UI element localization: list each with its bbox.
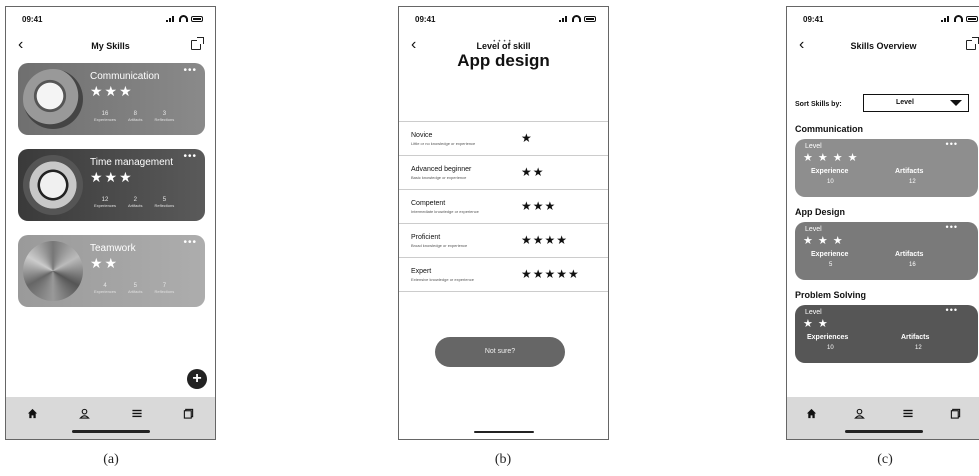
more-options-icon[interactable]: ••• xyxy=(946,305,958,315)
status-bar: 09:41 xyxy=(6,15,215,27)
wifi-icon xyxy=(572,15,581,22)
sort-dropdown[interactable]: Level xyxy=(863,94,969,112)
home-icon xyxy=(27,408,38,419)
home-indicator xyxy=(844,430,923,433)
tab-home[interactable] xyxy=(22,405,42,421)
more-options-icon[interactable]: ••• xyxy=(183,151,197,162)
skill-card-time-management[interactable]: Time management ••• ★★★ 12 Experiences 2A… xyxy=(18,149,205,221)
more-options-icon[interactable]: ••• xyxy=(946,222,958,232)
caption-a: (a) xyxy=(103,452,119,467)
level-list: Novice Little or no knowledge or experie… xyxy=(399,121,608,292)
status-bar: 09:41 xyxy=(399,15,608,27)
level-option-proficient[interactable]: Proficient Broad knowledge or experience… xyxy=(399,224,608,258)
more-options-icon[interactable]: ••• xyxy=(946,139,958,149)
tab-profile[interactable] xyxy=(74,405,94,421)
sort-value: Level xyxy=(896,99,914,106)
add-skill-button[interactable]: + xyxy=(187,369,207,389)
home-icon xyxy=(806,408,817,419)
clock-icon xyxy=(23,155,83,215)
tab-home[interactable] xyxy=(801,405,821,421)
nav-bar: ‹ My Skills xyxy=(6,37,215,57)
cards-icon xyxy=(183,408,194,419)
home-indicator xyxy=(71,430,150,433)
section-title: Communication xyxy=(795,124,864,134)
skill-stars: ★★ xyxy=(803,318,833,330)
skill-name: Teamwork xyxy=(90,243,136,254)
skill-name: Communication xyxy=(90,71,160,82)
battery-icon xyxy=(584,15,596,22)
section-title: App Design xyxy=(795,207,846,217)
skill-stars: ★★ xyxy=(90,255,120,271)
tab-cards[interactable] xyxy=(179,405,199,421)
not-sure-button[interactable]: Not sure? xyxy=(435,337,565,367)
level-stars: ★★★★★ xyxy=(521,267,580,281)
chevron-down-icon xyxy=(950,100,962,106)
nav-bar: ‹ Skills Overview xyxy=(787,37,979,57)
user-icon xyxy=(79,408,90,419)
skill-card-app-design[interactable]: Level ••• ★★★ Experience 5 Artifacts 16 xyxy=(795,222,978,280)
tab-bar xyxy=(6,397,215,439)
level-stars: ★★★ xyxy=(521,199,557,213)
screen-my-skills: 09:41 ‹ My Skills Communication ••• ★★★ … xyxy=(5,6,216,440)
skill-stars: ★★★ xyxy=(803,235,848,247)
skill-stats: 4 Experiences 5 Artifacts 7 Reflections xyxy=(94,283,175,294)
list-icon xyxy=(131,408,143,419)
share-icon[interactable] xyxy=(966,37,979,50)
skill-stars: ★★★★ xyxy=(803,152,863,164)
battery-icon xyxy=(966,15,978,22)
signal-icon xyxy=(166,15,176,22)
caption-c: (c) xyxy=(877,452,893,467)
tab-cards[interactable] xyxy=(946,405,966,421)
skill-stars: ★★★ xyxy=(90,169,134,185)
share-icon[interactable] xyxy=(191,37,204,50)
skill-card-communication[interactable]: Level ••• ★★★★ Experience 10 Artifacts 1… xyxy=(795,139,978,197)
more-options-icon[interactable]: ••• xyxy=(183,237,197,248)
back-icon[interactable]: ‹ xyxy=(799,37,804,53)
user-icon xyxy=(854,408,865,419)
tab-list[interactable] xyxy=(898,405,918,421)
page-title: Skills Overview xyxy=(850,41,917,51)
page-indicator: •••• xyxy=(493,39,514,45)
skill-stats: 16 Experiences 8 Artifacts 3 Reflections xyxy=(94,111,175,122)
skill-card-teamwork[interactable]: Teamwork ••• ★★ 4 Experiences 5 Artifacts … xyxy=(18,235,205,307)
home-indicator xyxy=(473,431,534,433)
back-icon[interactable]: ‹ xyxy=(18,37,23,53)
level-option-competent[interactable]: Competent Intermediate knowledge or expe… xyxy=(399,190,608,224)
status-bar: 09:41 xyxy=(787,15,979,27)
level-option-advanced-beginner[interactable]: Advanced beginner Basic knowledge or exp… xyxy=(399,156,608,190)
status-time: 09:41 xyxy=(22,15,43,24)
page-title: My Skills xyxy=(91,41,130,51)
list-icon xyxy=(902,408,914,419)
skill-thumbnail xyxy=(23,69,83,129)
tab-bar xyxy=(787,397,979,439)
cards-icon xyxy=(950,408,961,419)
level-option-expert[interactable]: Expert Extensive knowledge or experience… xyxy=(399,258,608,292)
skill-stars: ★★★ xyxy=(90,83,134,99)
wifi-icon xyxy=(179,15,188,22)
skill-name: Time management xyxy=(90,157,173,168)
level-stars: ★ xyxy=(521,131,533,145)
battery-icon xyxy=(191,15,203,22)
status-time: 09:41 xyxy=(415,15,436,24)
tab-profile[interactable] xyxy=(849,405,869,421)
signal-icon xyxy=(941,15,951,22)
level-stars: ★★★★ xyxy=(521,233,569,247)
tab-list[interactable] xyxy=(127,405,147,421)
signal-icon xyxy=(559,15,569,22)
screen-skills-overview: 09:41 ‹ Skills Overview Sort Skills by: … xyxy=(786,6,979,440)
skill-card-problem-solving[interactable]: Level ••• ★★ Experiences 10 Artifacts 12 xyxy=(795,305,978,363)
caption-b: (b) xyxy=(494,452,512,467)
level-option-novice[interactable]: Novice Little or no knowledge or experie… xyxy=(399,122,608,156)
sort-label: Sort Skills by: xyxy=(795,101,842,108)
more-options-icon[interactable]: ••• xyxy=(183,65,197,76)
skill-stats: 12 Experiences 2 Artifacts 5 Reflections xyxy=(94,197,175,208)
screen-level-of-skill: 09:41 ‹ Level of skill •••• App design N… xyxy=(398,6,609,440)
level-stars: ★★ xyxy=(521,165,545,179)
skill-heading: App design xyxy=(457,51,550,70)
skill-card-communication[interactable]: Communication ••• ★★★ 16 Experiences 8 Art… xyxy=(18,63,205,135)
section-title: Problem Solving xyxy=(795,290,867,300)
status-time: 09:41 xyxy=(803,15,824,24)
wifi-icon xyxy=(954,15,963,22)
skill-thumbnail xyxy=(23,241,83,301)
